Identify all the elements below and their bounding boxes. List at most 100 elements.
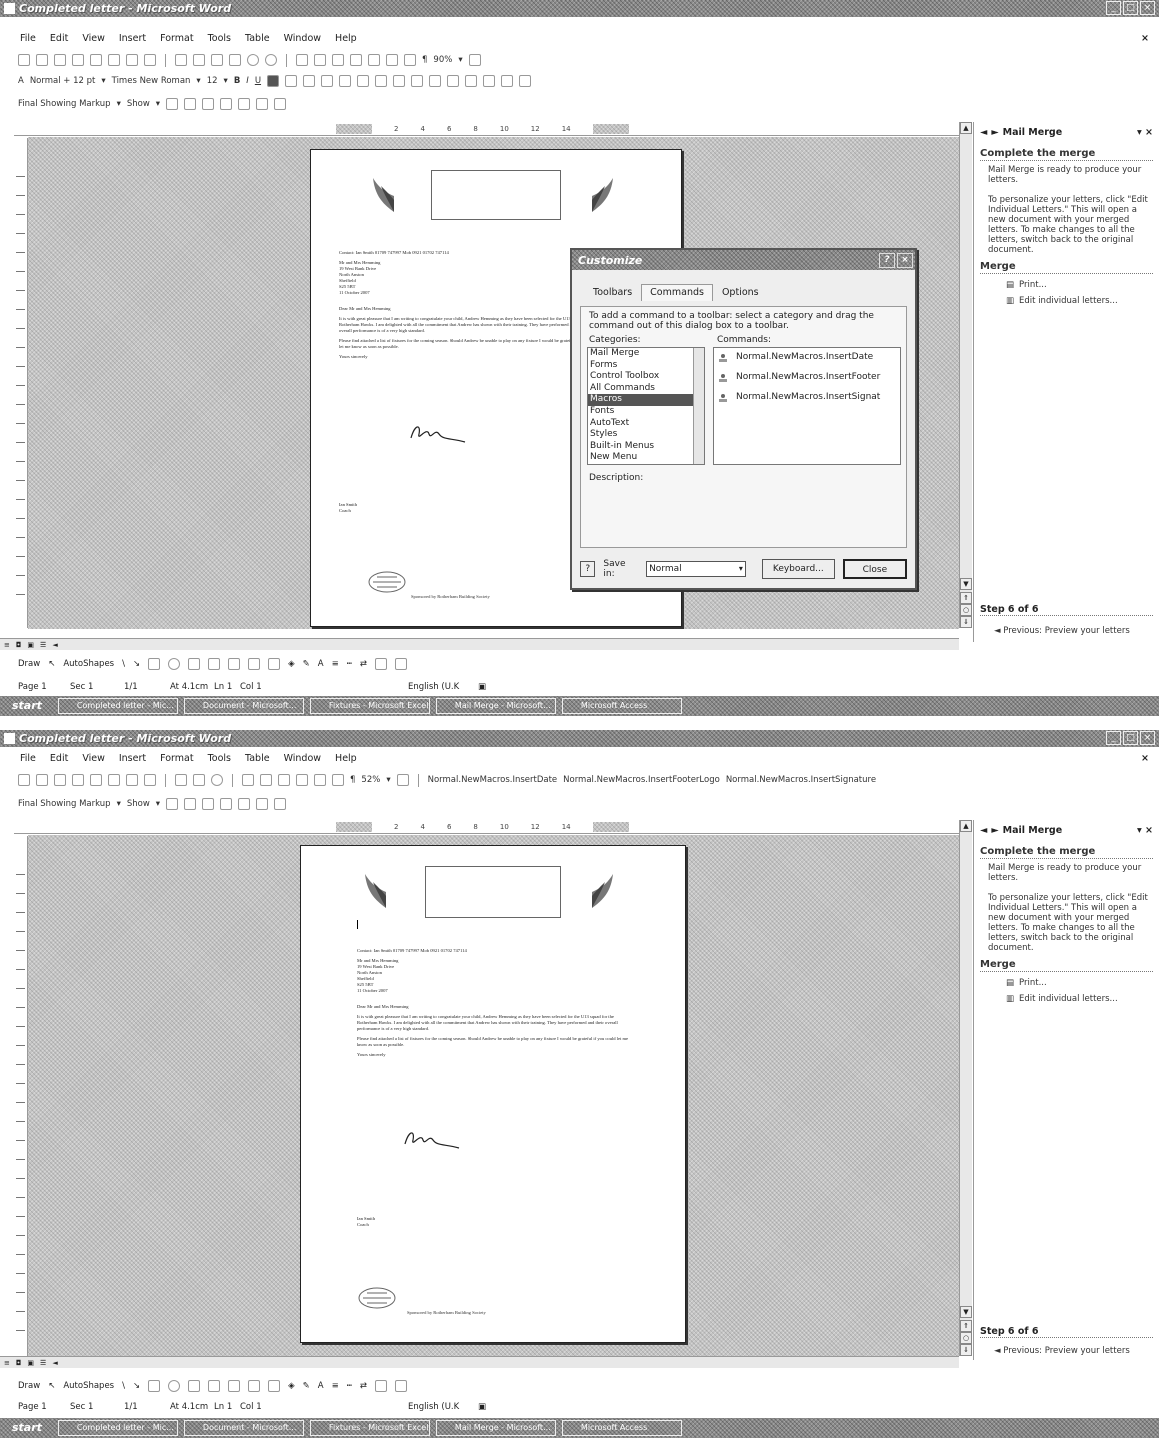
paste-icon[interactable] xyxy=(211,54,223,66)
tab-options[interactable]: Options xyxy=(713,284,768,301)
scroll-up-button[interactable]: ▲ xyxy=(960,122,972,134)
tables-borders-icon[interactable] xyxy=(260,774,272,786)
horizontal-ruler[interactable]: 2 4 6 8 10 12 14 xyxy=(14,122,959,136)
command-item[interactable]: Normal.NewMacros.InsertFooter xyxy=(714,368,900,388)
show-menu[interactable]: Show xyxy=(127,99,150,109)
clipart-icon[interactable] xyxy=(248,658,261,670)
reject-change-icon[interactable] xyxy=(220,98,233,110)
tables-borders-icon[interactable] xyxy=(314,54,326,66)
print-icon[interactable] xyxy=(108,54,120,66)
align-left-icon[interactable] xyxy=(267,75,280,87)
forward-icon[interactable]: ► xyxy=(991,825,998,836)
scroll-down-button[interactable]: ▼ xyxy=(960,1306,972,1318)
scroll-left-icon[interactable]: ◄ xyxy=(52,1359,57,1367)
vertical-ruler[interactable] xyxy=(14,138,28,628)
tab-toolbars[interactable]: Toolbars xyxy=(584,284,641,301)
save-in-combo[interactable]: Normal xyxy=(646,561,746,577)
arrow-icon[interactable]: ↘ xyxy=(133,1381,140,1391)
category-item[interactable]: Fonts xyxy=(588,406,704,418)
text-color-icon[interactable]: A xyxy=(318,1381,324,1391)
insert-table-icon[interactable] xyxy=(278,774,290,786)
next-page-button[interactable]: ⇓ xyxy=(960,1344,972,1356)
dialog-close-button[interactable]: × xyxy=(897,252,913,268)
permission-icon[interactable] xyxy=(72,54,84,66)
show-menu[interactable]: Show xyxy=(127,799,150,809)
vertical-ruler[interactable] xyxy=(14,836,28,1356)
oval-icon[interactable] xyxy=(168,658,181,670)
reject-change-icon[interactable] xyxy=(220,798,233,810)
picture-icon[interactable] xyxy=(268,658,281,670)
letter-body[interactable]: Contact: Ian Smith 01709 747997 Mob 0921… xyxy=(357,948,677,1062)
close-document-icon[interactable]: × xyxy=(1141,33,1149,44)
arrow-style-icon[interactable]: ⇄ xyxy=(360,659,367,669)
horizontal-scrollbar[interactable]: ≡ ◘ ▣ ☰ ◄ xyxy=(0,1356,959,1368)
open-icon[interactable] xyxy=(36,774,48,786)
menu-table[interactable]: Table xyxy=(245,33,270,44)
permission-icon[interactable] xyxy=(72,774,84,786)
highlight-icon[interactable] xyxy=(501,75,514,87)
insert-comment-icon[interactable] xyxy=(238,98,251,110)
zoom-box[interactable]: 52% xyxy=(361,775,380,785)
vertical-scrollbar[interactable]: ▲ ▼ ⇑ ○ ⇓ xyxy=(959,122,972,628)
line-style-icon[interactable]: ≡ xyxy=(332,659,339,669)
line-icon[interactable]: \ xyxy=(122,1381,125,1391)
drawing-icon[interactable] xyxy=(332,774,344,786)
web-view-icon[interactable]: ◘ xyxy=(16,1359,22,1367)
print-preview-icon[interactable] xyxy=(126,774,138,786)
line-style-icon[interactable]: ≡ xyxy=(332,1381,339,1391)
browse-object-button[interactable]: ○ xyxy=(960,1332,972,1344)
display-for-review-box[interactable]: Final Showing Markup xyxy=(18,99,111,109)
arrow-style-icon[interactable]: ⇄ xyxy=(360,1381,367,1391)
edit-letters-link[interactable]: ▥ Edit individual letters... xyxy=(1006,296,1153,306)
insert-excel-icon[interactable] xyxy=(296,774,308,786)
menu-file[interactable]: File xyxy=(20,753,36,764)
rectangle-icon[interactable] xyxy=(148,658,161,670)
menu-format[interactable]: Format xyxy=(160,33,193,44)
styles-icon[interactable]: A xyxy=(18,76,24,86)
macro-insertfooterlogo-button[interactable]: Normal.NewMacros.InsertFooterLogo xyxy=(563,775,720,785)
open-icon[interactable] xyxy=(36,54,48,66)
print-link[interactable]: ▤ Print... xyxy=(1006,280,1153,290)
category-item[interactable]: Built-in Menus xyxy=(588,441,704,453)
textbox-icon[interactable] xyxy=(188,658,201,670)
insert-table-icon[interactable] xyxy=(332,54,344,66)
cut-icon[interactable] xyxy=(175,54,187,66)
textbox-icon[interactable] xyxy=(188,1380,201,1392)
task-document[interactable]: Document - Microsoft... xyxy=(183,698,304,714)
line-spacing-icon[interactable] xyxy=(357,75,370,87)
menu-edit[interactable]: Edit xyxy=(50,753,68,764)
redo-icon[interactable] xyxy=(265,54,277,66)
vertical-scrollbar[interactable]: ▲ ▼ ⇑ ○ ⇓ xyxy=(959,820,972,1356)
oval-icon[interactable] xyxy=(168,1380,181,1392)
columns-icon[interactable] xyxy=(314,774,326,786)
task-mail-merge[interactable]: Mail Merge - Microsoft... xyxy=(435,1420,556,1436)
justify-icon[interactable] xyxy=(321,75,334,87)
fill-color-icon[interactable]: ◈ xyxy=(288,1381,295,1391)
undo-icon[interactable] xyxy=(247,54,259,66)
task-fixtures[interactable]: Fixtures - Microsoft Excel xyxy=(309,698,430,714)
close-button[interactable]: × xyxy=(1140,731,1155,745)
logo-placeholder[interactable] xyxy=(425,866,561,918)
spelling-icon[interactable] xyxy=(144,54,156,66)
align-right-icon[interactable] xyxy=(303,75,316,87)
help-button[interactable]: ? xyxy=(580,561,596,577)
commands-list[interactable]: Normal.NewMacros.InsertDate Normal.NewMa… xyxy=(713,347,901,465)
save-icon[interactable] xyxy=(54,774,66,786)
spelling-status-icon[interactable]: ▣ xyxy=(478,1402,486,1412)
logo-placeholder[interactable] xyxy=(431,170,561,220)
text-color-icon[interactable]: A xyxy=(318,659,324,669)
track-changes-icon[interactable] xyxy=(256,798,269,810)
format-painter-icon[interactable] xyxy=(229,54,241,66)
reviewing-pane-icon[interactable] xyxy=(274,98,287,110)
menu-tools[interactable]: Tools xyxy=(208,33,231,44)
minimize-button[interactable]: _ xyxy=(1106,731,1121,745)
forward-icon[interactable]: ► xyxy=(991,127,998,138)
command-item[interactable]: Normal.NewMacros.InsertSignat xyxy=(714,388,900,408)
bold-button[interactable]: B xyxy=(234,76,240,86)
diagram-icon[interactable] xyxy=(228,1380,241,1392)
zoom-dropdown-icon[interactable]: ▾ xyxy=(458,55,462,65)
zoom-box[interactable]: 90% xyxy=(433,55,452,65)
underline-button[interactable]: U xyxy=(255,76,261,86)
select-objects-icon[interactable]: ↖ xyxy=(48,659,55,669)
3d-icon[interactable] xyxy=(394,1380,407,1392)
